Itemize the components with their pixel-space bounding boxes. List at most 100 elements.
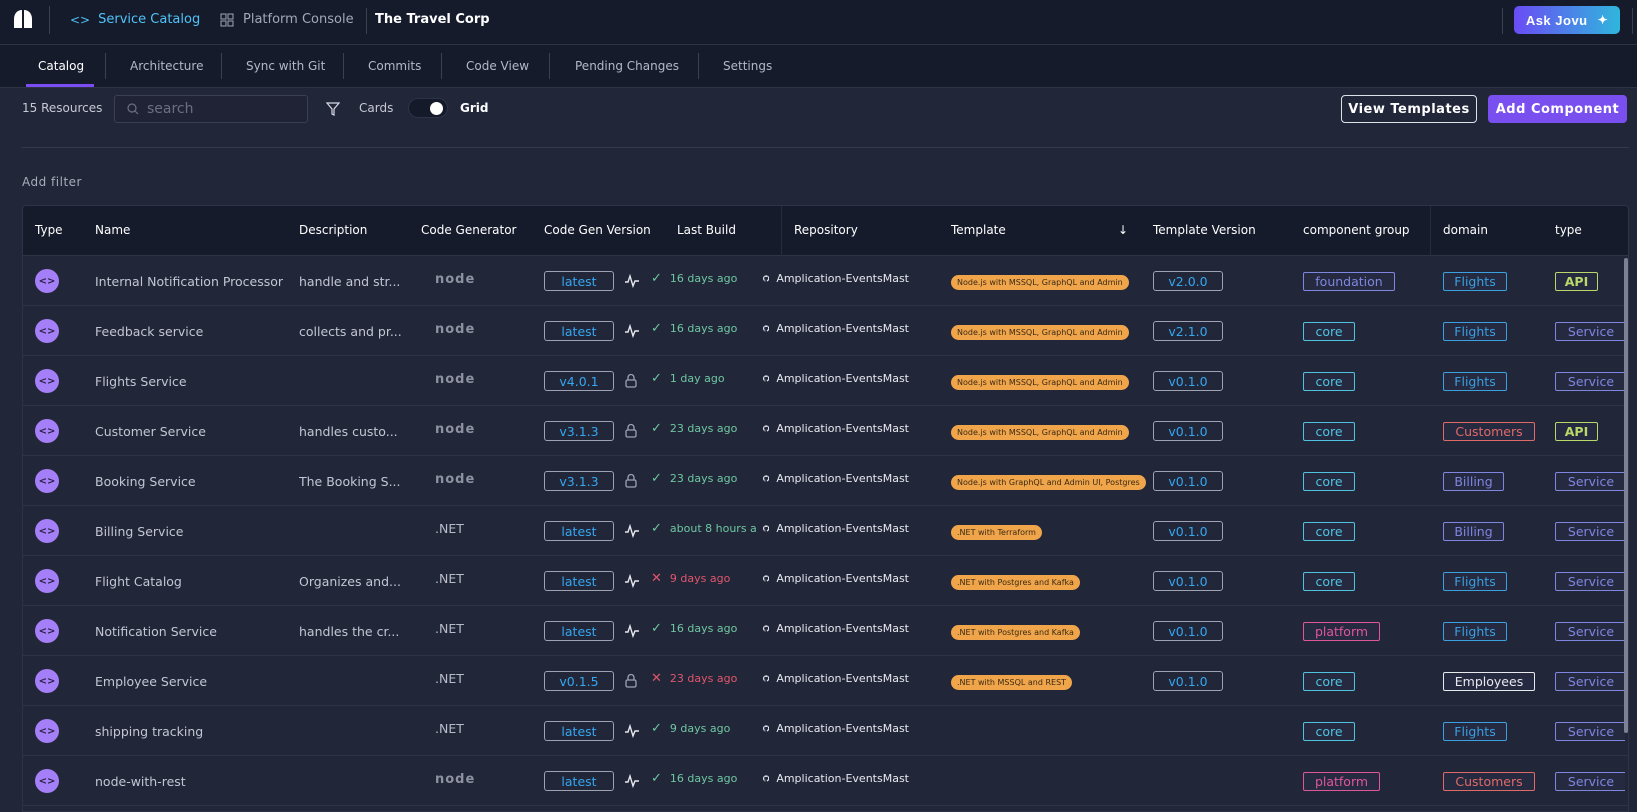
table-row[interactable]: <> Internal Notification Processor handle …	[23, 256, 1628, 306]
table-row[interactable]: <> Employee Service .NET v0.1.5 ✕ 23 days ago…	[23, 656, 1628, 706]
column-header-domain[interactable]: domain	[1443, 223, 1488, 237]
column-header-repository[interactable]: Repository	[794, 223, 858, 237]
template-badge[interactable]: .NET with Postgres and Kafka	[951, 625, 1080, 640]
search-box[interactable]	[114, 95, 308, 123]
code-gen-version-chip[interactable]: latest	[544, 721, 614, 741]
template-version-chip[interactable]: v0.1.0	[1153, 521, 1223, 541]
repository-link[interactable]: Amplication-EventsMast	[763, 522, 909, 535]
template-badge[interactable]: .NET with Terraform	[951, 525, 1042, 540]
build-status[interactable]: ✓ 23 days ago	[651, 471, 737, 486]
type-tag[interactable]: Service	[1555, 321, 1625, 341]
component-group-tag[interactable]: platform	[1303, 621, 1380, 641]
lock-icon[interactable]	[624, 423, 638, 439]
template-version-chip[interactable]: v0.1.0	[1153, 421, 1223, 441]
build-status[interactable]: ✓ 16 days ago	[651, 321, 737, 336]
activity-icon[interactable]	[624, 774, 640, 788]
sort-arrow-down-icon[interactable]: ↓	[1118, 223, 1128, 237]
template-badge[interactable]: Node.js with MSSQL, GraphQL and Admin	[951, 375, 1129, 390]
domain-tag[interactable]: Billing	[1443, 471, 1504, 491]
activity-icon[interactable]	[624, 624, 640, 638]
activity-icon[interactable]	[624, 524, 640, 538]
type-tag[interactable]: Service	[1555, 621, 1625, 641]
column-header-code-gen-version[interactable]: Code Gen Version	[544, 223, 651, 237]
type-tag[interactable]: API	[1555, 271, 1598, 291]
cards-grid-toggle[interactable]	[408, 98, 448, 118]
tab-code-view[interactable]: Code View	[466, 59, 529, 73]
nav-platform-console[interactable]: Platform Console	[220, 12, 354, 27]
column-header-description[interactable]: Description	[299, 223, 367, 237]
code-gen-version-chip[interactable]: v3.1.3	[544, 471, 614, 491]
ask-jovu-button[interactable]: Ask Jovu ✦	[1514, 6, 1620, 34]
domain-tag[interactable]: Customers	[1443, 771, 1535, 791]
table-row[interactable]: <> Booking Service The Booking S... node v3.…	[23, 456, 1628, 506]
code-gen-version-chip[interactable]: latest	[544, 771, 614, 791]
org-name[interactable]: The Travel Corp	[375, 12, 490, 27]
resource-name[interactable]: node-with-rest	[95, 774, 186, 789]
table-row[interactable]: <> Flight Catalog Organizes and... .NET late…	[23, 556, 1628, 606]
lock-icon[interactable]	[624, 373, 638, 389]
component-group-tag[interactable]: core	[1303, 471, 1355, 491]
build-status[interactable]: ✓ 16 days ago	[651, 271, 737, 286]
type-tag[interactable]: API	[1555, 421, 1598, 441]
domain-tag[interactable]: Flights	[1443, 271, 1507, 291]
resource-name[interactable]: Flights Service	[95, 374, 187, 389]
tab-pending-changes[interactable]: Pending Changes	[575, 59, 679, 73]
repository-link[interactable]: Amplication-EventsMast	[763, 272, 909, 285]
type-tag[interactable]: Service	[1555, 571, 1625, 591]
repository-link[interactable]: Amplication-EventsMast	[763, 372, 909, 385]
repository-link[interactable]: Amplication-EventsMast	[763, 472, 909, 485]
build-status[interactable]: ✕ 23 days ago	[651, 671, 737, 686]
build-status[interactable]: ✓ 16 days ago	[651, 621, 737, 636]
column-header-name[interactable]: Name	[95, 223, 130, 237]
app-logo-icon[interactable]	[13, 9, 33, 29]
repository-link[interactable]: Amplication-EventsMast	[763, 322, 909, 335]
resource-name[interactable]: Feedback service	[95, 324, 203, 339]
table-row[interactable]: <> Feedback service collects and pr... node…	[23, 306, 1628, 356]
resource-name[interactable]: Flight Catalog	[95, 574, 182, 589]
search-input[interactable]	[147, 101, 297, 117]
nav-service-catalog[interactable]: <> Service Catalog	[70, 12, 200, 27]
type-tag[interactable]: Service	[1555, 471, 1625, 491]
column-header-component-group[interactable]: component group	[1303, 223, 1410, 237]
table-row[interactable]: <> Billing Service .NET latest ✓ about 8 hour…	[23, 506, 1628, 556]
table-row[interactable]: <> Notification Service handles the cr....…	[23, 606, 1628, 656]
template-badge[interactable]: .NET with MSSQL and REST	[951, 675, 1073, 690]
build-status[interactable]: ✓ about 8 hours a	[651, 521, 757, 536]
template-version-chip[interactable]: v0.1.0	[1153, 671, 1223, 691]
component-group-tag[interactable]: core	[1303, 721, 1355, 741]
tab-commits[interactable]: Commits	[368, 59, 421, 73]
template-badge[interactable]: .NET with Postgres and Kafka	[951, 575, 1080, 590]
repository-link[interactable]: Amplication-EventsMast	[763, 622, 909, 635]
code-gen-version-chip[interactable]: v3.1.3	[544, 421, 614, 441]
domain-tag[interactable]: Flights	[1443, 321, 1507, 341]
component-group-tag[interactable]: core	[1303, 321, 1355, 341]
type-tag[interactable]: Service	[1555, 521, 1625, 541]
template-badge[interactable]: Node.js with MSSQL, GraphQL and Admin	[951, 425, 1129, 440]
build-status[interactable]: ✕ 9 days ago	[651, 571, 730, 586]
component-group-tag[interactable]: core	[1303, 521, 1355, 541]
add-component-button[interactable]: Add Component	[1488, 95, 1627, 123]
code-gen-version-chip[interactable]: latest	[544, 621, 614, 641]
column-header-type[interactable]: Type	[35, 223, 63, 237]
type-tag[interactable]: Service	[1555, 721, 1625, 741]
table-row[interactable]: <> shipping tracking .NET latest ✓ 9 days ago…	[23, 706, 1628, 756]
domain-tag[interactable]: Billing	[1443, 521, 1504, 541]
column-header-template-version[interactable]: Template Version	[1153, 223, 1256, 237]
resource-name[interactable]: Customer Service	[95, 424, 206, 439]
repository-link[interactable]: Amplication-EventsMast	[763, 772, 909, 785]
resource-name[interactable]: Employee Service	[95, 674, 207, 689]
type-tag[interactable]: Service	[1555, 371, 1625, 391]
code-gen-version-chip[interactable]: latest	[544, 271, 614, 291]
template-version-chip[interactable]: v0.1.0	[1153, 371, 1223, 391]
repository-link[interactable]: Amplication-EventsMast	[763, 672, 909, 685]
resource-name[interactable]: Notification Service	[95, 624, 217, 639]
component-group-tag[interactable]: core	[1303, 371, 1355, 391]
domain-tag[interactable]: Flights	[1443, 571, 1507, 591]
column-header-type-tag[interactable]: type	[1555, 223, 1582, 237]
build-status[interactable]: ✓ 23 days ago	[651, 421, 737, 436]
domain-tag[interactable]: Customers	[1443, 421, 1535, 441]
tab-catalog[interactable]: Catalog	[38, 59, 84, 73]
repository-link[interactable]: Amplication-EventsMast	[763, 722, 909, 735]
build-status[interactable]: ✓ 1 day ago	[651, 371, 725, 386]
template-version-chip[interactable]: v0.1.0	[1153, 471, 1223, 491]
